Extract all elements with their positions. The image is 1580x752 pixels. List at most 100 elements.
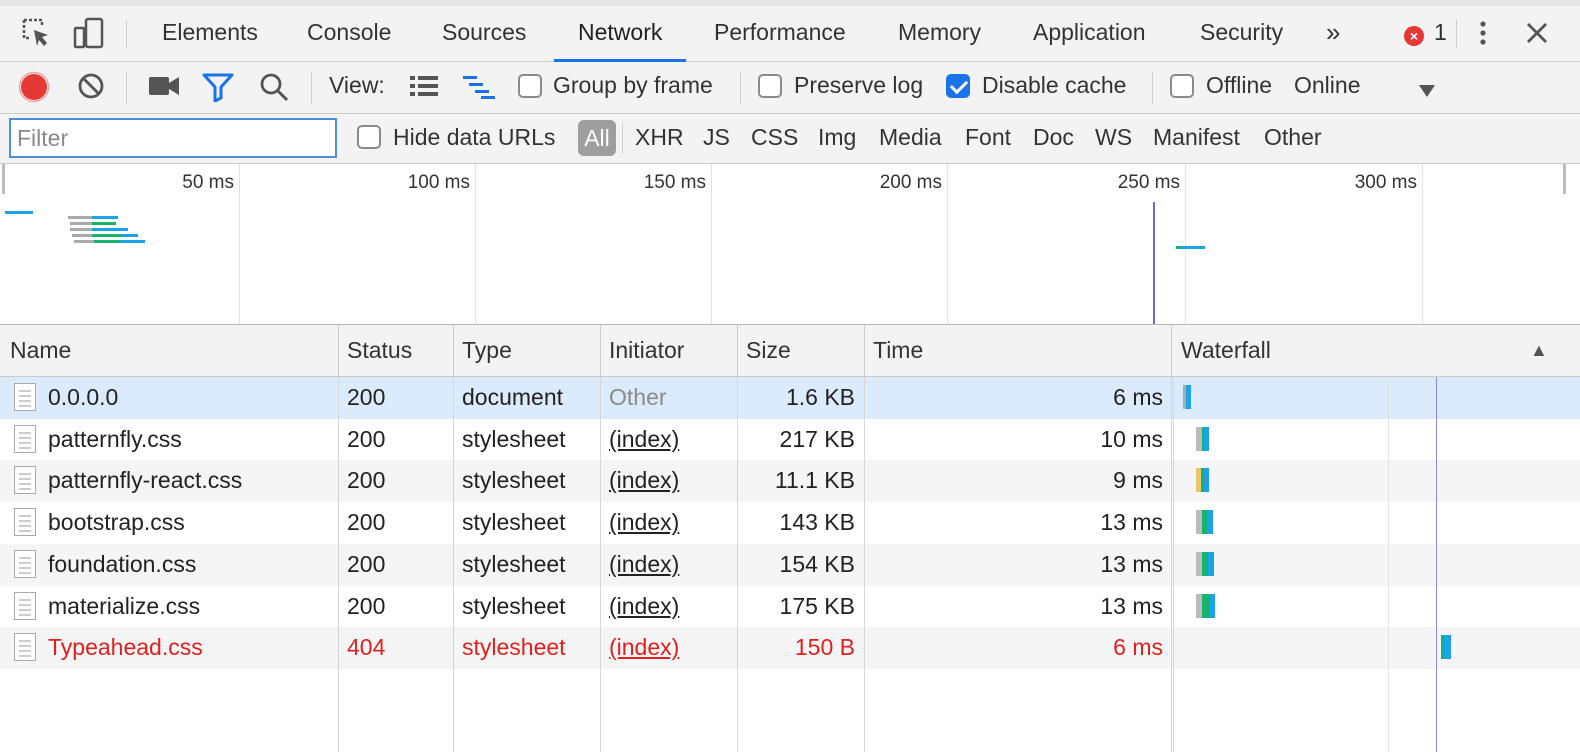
table-row[interactable]: bootstrap.css 200 stylesheet (index) 143 KB 1… — [0, 502, 1580, 544]
offline-checkbox[interactable] — [1170, 74, 1194, 98]
filter-bar: Hide data URLs All XHR JS CSS Img Media … — [0, 114, 1580, 164]
table-row[interactable]: foundation.css 200 stylesheet (index) 154 KB… — [0, 543, 1580, 586]
device-toolbar-icon[interactable] — [72, 16, 106, 50]
waterfall-grid-line — [1388, 377, 1389, 752]
cell-time: 10 ms — [1100, 425, 1163, 452]
list-view-icon[interactable] — [409, 74, 439, 104]
column-divider — [864, 377, 865, 752]
screenshot-icon[interactable] — [148, 74, 180, 104]
overview-tick: 250 ms — [1117, 172, 1180, 193]
filter-type-manifest[interactable]: Manifest — [1153, 114, 1240, 160]
cell-time: 6 ms — [1113, 384, 1163, 410]
clear-icon[interactable] — [76, 71, 106, 107]
filter-icon[interactable] — [202, 72, 234, 108]
column-divider — [1171, 377, 1172, 752]
filter-type-img[interactable]: Img — [818, 114, 856, 160]
overview-tick: 300 ms — [1354, 172, 1417, 193]
column-header-type[interactable]: Type — [462, 325, 512, 375]
tab-sources[interactable]: Sources — [442, 6, 526, 62]
filter-type-media[interactable]: Media — [879, 114, 942, 160]
disable-cache-checkbox[interactable] — [946, 74, 970, 98]
column-divider — [453, 377, 454, 752]
tab-elements[interactable]: Elements — [162, 6, 258, 62]
overview-tick: 50 ms — [182, 172, 234, 193]
overview-bar — [68, 216, 92, 219]
column-divider — [1173, 377, 1174, 752]
cell-time: 13 ms — [1100, 550, 1163, 577]
waterfall-bar — [1204, 426, 1209, 451]
filter-type-js[interactable]: JS — [703, 114, 730, 160]
overview-tick: 100 ms — [407, 172, 470, 193]
filter-type-doc[interactable]: Doc — [1033, 114, 1074, 160]
filter-type-ws[interactable]: WS — [1095, 114, 1132, 160]
column-header-name[interactable]: Name — [10, 325, 71, 375]
network-overview[interactable]: 50 ms 100 ms 150 ms 200 ms 250 ms 300 ms — [0, 164, 1580, 325]
dropdown-arrow-icon[interactable] — [1418, 78, 1436, 104]
requests-table-header: Name Status Type Initiator Size Time Wat… — [0, 325, 1580, 377]
overview-bar — [72, 234, 92, 237]
overview-bar — [92, 222, 116, 225]
table-row[interactable]: Typeahead.css 404 stylesheet (index) 150 B6 … — [0, 627, 1580, 670]
throttling-select[interactable]: Online — [1294, 62, 1360, 108]
error-icon[interactable]: × — [1404, 26, 1424, 46]
record-icon[interactable] — [18, 71, 50, 109]
hide-data-urls-checkbox[interactable] — [357, 125, 381, 149]
waterfall-bar — [1186, 385, 1191, 409]
overview-bar — [70, 228, 92, 231]
waterfall-view-icon[interactable] — [462, 74, 496, 106]
column-header-time[interactable]: Time — [873, 325, 923, 375]
overview-bar — [70, 222, 92, 225]
filter-type-all[interactable]: All — [578, 120, 616, 156]
cell-time: 6 ms — [1113, 634, 1163, 661]
group-by-frame-label[interactable]: Group by frame — [553, 62, 713, 108]
filter-type-other[interactable]: Other — [1264, 114, 1322, 160]
column-header-waterfall[interactable]: Waterfall — [1181, 325, 1271, 375]
network-toolbar: View: Group by frame Preserve log Disabl… — [0, 62, 1580, 114]
table-row[interactable]: patternfly.css 200 stylesheet (index) 217 KB… — [0, 419, 1580, 461]
search-icon[interactable] — [258, 71, 290, 109]
overview-bar — [92, 228, 128, 231]
overview-bar — [1180, 246, 1205, 249]
hide-data-urls-label[interactable]: Hide data URLs — [393, 114, 555, 160]
column-header-initiator[interactable]: Initiator — [609, 325, 684, 375]
kebab-menu-icon[interactable] — [1466, 16, 1500, 50]
tab-security[interactable]: Security — [1200, 6, 1283, 62]
waterfall-bar — [1210, 593, 1215, 618]
preserve-log-checkbox[interactable] — [758, 74, 782, 98]
waterfall-bar — [1207, 510, 1213, 535]
waterfall-bar — [1444, 635, 1451, 660]
tab-application[interactable]: Application — [1033, 6, 1146, 62]
tab-network[interactable]: Network — [553, 6, 687, 62]
tab-console[interactable]: Console — [307, 6, 391, 62]
filter-input[interactable] — [9, 118, 337, 158]
column-divider — [737, 377, 738, 752]
error-count[interactable]: 1 — [1434, 6, 1447, 58]
close-icon[interactable] — [1520, 16, 1554, 50]
tab-performance[interactable]: Performance — [714, 6, 846, 62]
waterfall-bar — [1202, 593, 1210, 618]
view-label: View: — [329, 72, 385, 98]
filter-type-font[interactable]: Font — [965, 114, 1011, 160]
overview-bar — [92, 216, 118, 219]
preserve-log-label[interactable]: Preserve log — [794, 62, 923, 108]
tab-memory[interactable]: Memory — [898, 6, 981, 62]
overview-bar — [5, 211, 33, 214]
column-header-size[interactable]: Size — [746, 325, 791, 375]
filter-type-xhr[interactable]: XHR — [635, 114, 684, 160]
waterfall-bar — [1204, 468, 1209, 493]
overview-bar — [120, 240, 145, 243]
inspect-icon[interactable] — [20, 16, 54, 50]
overview-tick: 150 ms — [643, 172, 706, 193]
table-row[interactable]: 0.0.0.0 200 document Other 1.6 KB 6 ms — [0, 377, 1580, 419]
more-tabs-icon[interactable]: » — [1326, 6, 1340, 62]
sort-ascending-icon[interactable]: ▲ — [1530, 325, 1548, 375]
group-by-frame-checkbox[interactable] — [518, 74, 542, 98]
filter-type-css[interactable]: CSS — [751, 114, 798, 160]
column-header-status[interactable]: Status — [347, 325, 412, 375]
disable-cache-label[interactable]: Disable cache — [982, 62, 1126, 108]
cell-time: 13 ms — [1100, 509, 1163, 536]
requests-table-body: 0.0.0.0 200 document Other 1.6 KB 6 ms pattern… — [0, 377, 1580, 752]
table-row[interactable]: patternfly-react.css 200 stylesheet (index)… — [0, 460, 1580, 503]
table-row[interactable]: materialize.css 200 stylesheet (index) 175 K… — [0, 586, 1580, 628]
offline-label[interactable]: Offline — [1206, 62, 1272, 108]
